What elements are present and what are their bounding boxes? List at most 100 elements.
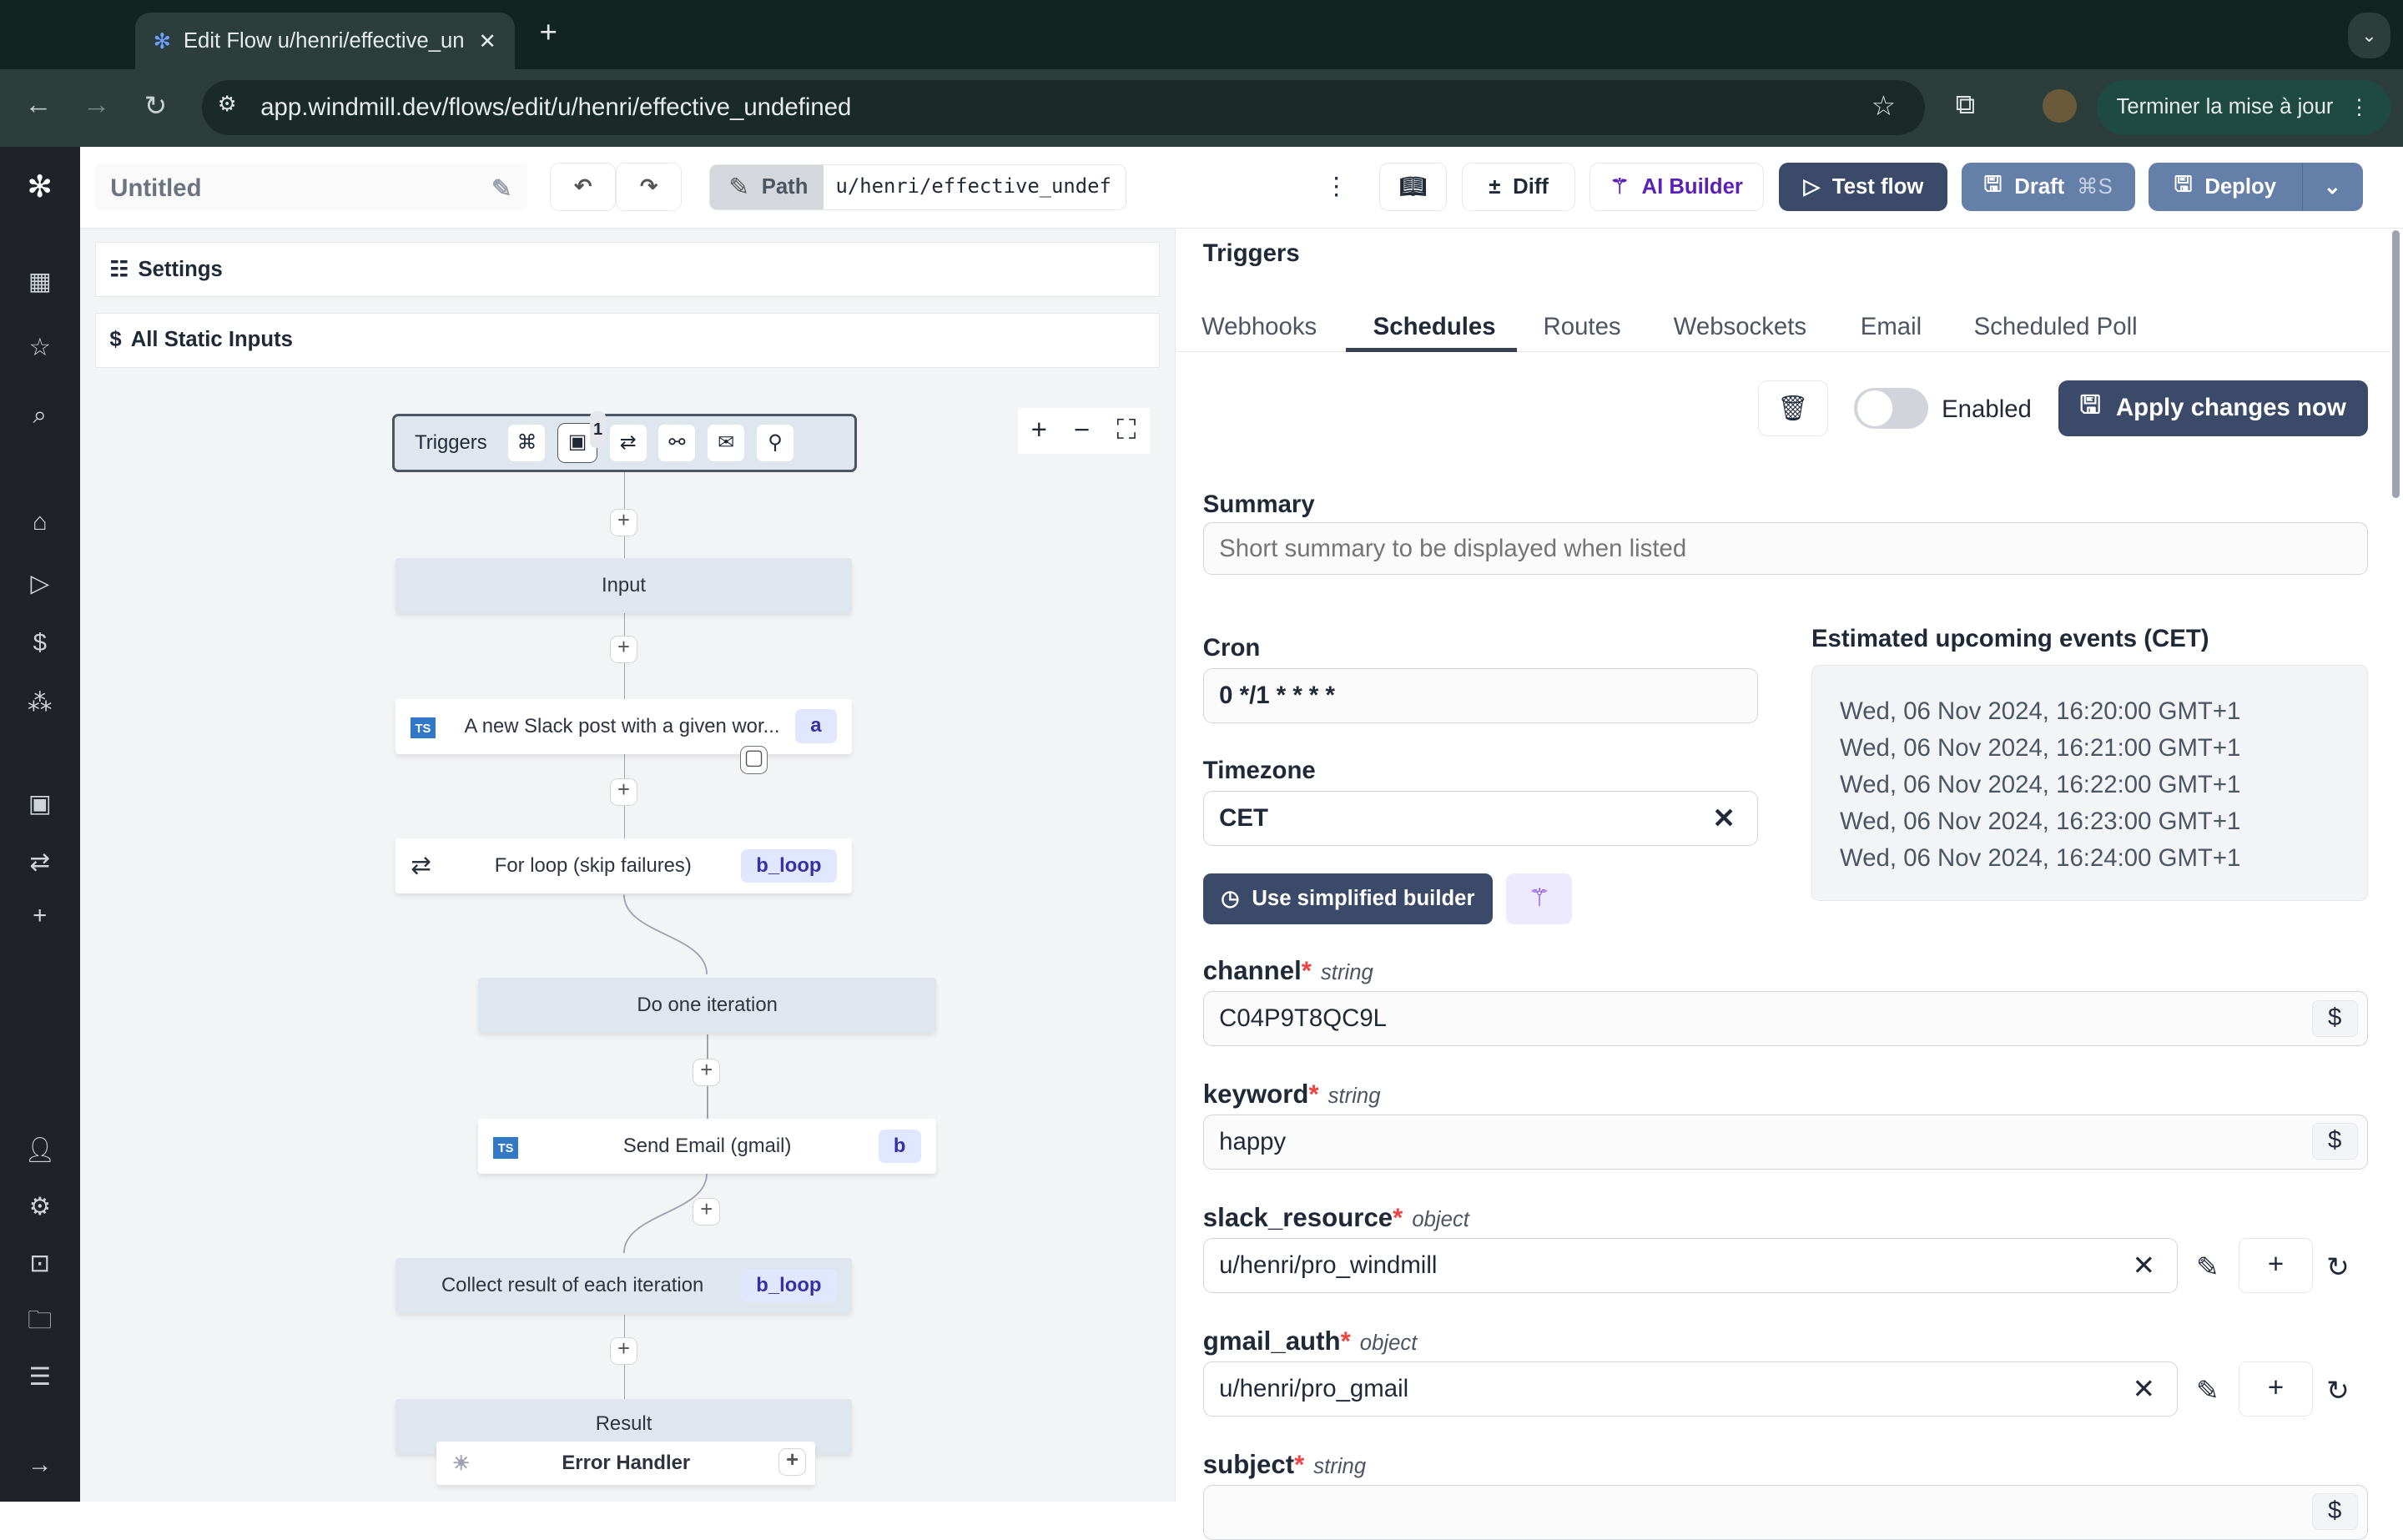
resources-icon[interactable]: ⁂ <box>22 685 58 722</box>
dollar-icon[interactable]: $ <box>2311 1123 2358 1160</box>
routes-icon[interactable]: ⇄ <box>22 844 58 881</box>
enabled-toggle[interactable] <box>1854 387 1928 430</box>
websocket-trigger-icon[interactable]: ⚯ <box>658 424 696 461</box>
add-icon[interactable]: + <box>22 898 58 934</box>
tab-webhooks[interactable]: Webhooks <box>1202 313 1317 341</box>
clear-x-icon[interactable]: ✕ <box>2133 1249 2156 1282</box>
profile-avatar[interactable] <box>2043 88 2077 123</box>
insert-step-plus-icon[interactable]: + <box>610 778 638 807</box>
undo-button[interactable]: ↶ <box>550 162 617 212</box>
workers-icon[interactable]: ⊡ <box>22 1246 58 1282</box>
delete-schedule-button[interactable]: 🗑︎ <box>1757 380 1829 437</box>
slack-step-node[interactable]: TS A new Slack post with a given wor... … <box>395 698 853 754</box>
reload-icon[interactable]: ↻ <box>144 89 168 123</box>
ai-cron-button[interactable]: ⚚ <box>1506 873 1573 924</box>
insert-step-plus-icon[interactable]: + <box>610 1337 638 1366</box>
dollar-icon[interactable]: $ <box>2311 999 2358 1037</box>
zoom-in-icon[interactable]: + <box>1031 415 1047 446</box>
schedules-calendar-icon[interactable]: ▣ <box>22 786 58 823</box>
more-options-icon[interactable]: ⋮ <box>1324 172 1348 201</box>
insert-step-plus-icon[interactable]: + <box>610 508 638 536</box>
search-icon[interactable]: ⌕ <box>22 397 58 434</box>
expand-sidebar-icon[interactable]: → <box>22 1447 58 1483</box>
workspace-icon[interactable]: ▦ <box>22 264 58 300</box>
static-inputs-row[interactable]: $ All Static Inputs <box>94 312 1161 368</box>
email-trigger-icon[interactable]: ✉ <box>708 424 745 461</box>
add-resource-plus-icon[interactable]: + <box>2239 1361 2313 1417</box>
docs-book-button[interactable]: 📖︎ <box>1379 162 1447 212</box>
collect-node[interactable]: Collect result of each iteration b_loop <box>395 1257 853 1314</box>
user-icon[interactable]: 👤︎ <box>22 1132 58 1169</box>
variables-dollar-icon[interactable]: $ <box>22 625 58 662</box>
settings-gear-icon[interactable]: ⚙ <box>22 1189 58 1225</box>
path-field[interactable]: ✎ Path u/henri/effective_undef <box>709 164 1126 210</box>
insert-step-plus-icon[interactable]: + <box>693 1059 721 1087</box>
clear-x-icon[interactable]: ✕ <box>2133 1372 2156 1406</box>
edit-pencil-icon[interactable]: ✎ <box>2196 1251 2219 1284</box>
refresh-icon[interactable]: ↻ <box>2326 1251 2350 1284</box>
dollar-icon[interactable]: $ <box>2311 1492 2358 1530</box>
arg-input-channel[interactable]: C04P9T8QC9L $ <box>1202 991 2368 1047</box>
logs-list-icon[interactable]: ☰ <box>22 1359 58 1396</box>
iteration-node[interactable]: Do one iteration <box>478 977 937 1033</box>
draft-button[interactable]: 🖫︎ Draft ⌘S <box>1961 162 2135 212</box>
arg-input-slack_resource[interactable]: u/henri/pro_windmill ✕ <box>1202 1238 2178 1294</box>
send-email-node[interactable]: TS Send Email (gmail) b <box>478 1118 937 1174</box>
route-trigger-icon[interactable]: ⇄ <box>609 424 647 461</box>
edit-pencil-icon[interactable]: ✎ <box>2196 1374 2219 1407</box>
back-icon[interactable]: ← <box>24 89 52 121</box>
tab-routes[interactable]: Routes <box>1544 313 1621 341</box>
tab-scheduled-poll[interactable]: Scheduled Poll <box>1974 313 2138 341</box>
tab-websockets[interactable]: Websockets <box>1674 313 1806 341</box>
redo-button[interactable]: ↷ <box>616 162 683 212</box>
diff-button[interactable]: ± Diff <box>1462 162 1576 212</box>
for-loop-node[interactable]: ⇄ For loop (skip failures) b_loop <box>395 838 853 893</box>
insert-step-plus-icon[interactable]: + <box>693 1198 721 1226</box>
new-tab-icon[interactable]: + <box>540 15 557 50</box>
flow-title-input[interactable]: Untitled ✎ <box>94 162 527 212</box>
arg-input-keyword[interactable]: happy $ <box>1202 1115 2368 1170</box>
schedule-trigger-icon[interactable]: ▣ 1 <box>557 411 606 463</box>
add-error-handler-icon[interactable]: + <box>778 1447 807 1476</box>
poll-trigger-icon[interactable]: ⚲ <box>756 424 793 461</box>
input-node[interactable]: Input <box>395 557 853 613</box>
fit-view-icon[interactable]: ⛶ <box>1116 415 1136 446</box>
zoom-out-icon[interactable]: − <box>1074 415 1090 446</box>
timezone-select[interactable]: CET ✕ <box>1202 790 1758 846</box>
forward-icon[interactable]: → <box>83 89 110 121</box>
arg-input-gmail_auth[interactable]: u/henri/pro_gmail ✕ <box>1202 1361 2178 1417</box>
extensions-icon[interactable]: ⧉ <box>1956 89 1976 121</box>
simplified-builder-button[interactable]: ◷ Use simplified builder <box>1202 873 1493 924</box>
cron-input[interactable]: 0 */1 * * * * <box>1202 667 1758 723</box>
close-tab-icon[interactable]: ✕ <box>479 29 497 54</box>
home-icon[interactable]: ⌂ <box>22 504 58 541</box>
ai-builder-button[interactable]: ⚚ AI Builder <box>1589 162 1765 212</box>
refresh-icon[interactable]: ↻ <box>2326 1374 2350 1407</box>
deploy-dropdown-button[interactable]: ⌄ <box>2301 162 2364 212</box>
collapse-icon[interactable]: ▢ <box>740 746 768 774</box>
webhook-trigger-icon[interactable]: ⌘ <box>508 424 546 461</box>
panel-scrollbar[interactable] <box>2392 229 2400 498</box>
runs-play-icon[interactable]: ▷ <box>22 566 58 602</box>
error-handler-node[interactable]: ☀ Error Handler + <box>436 1442 816 1485</box>
site-info-icon[interactable]: ⚙ <box>218 92 237 117</box>
folder-icon[interactable]: 🗀 <box>22 1302 58 1339</box>
summary-input[interactable] <box>1202 522 2368 575</box>
tab-search-icon[interactable]: ⌄ <box>2347 12 2391 58</box>
tab-schedules[interactable]: Schedules <box>1373 313 1496 341</box>
triggers-node[interactable]: Triggers ⌘ ▣ 1 ⇄ ⚯ ✉ ⚲ <box>392 411 857 472</box>
settings-row[interactable]: ☷ Settings <box>94 242 1161 298</box>
deploy-button[interactable]: 🖫︎ Deploy <box>2149 162 2302 212</box>
apply-changes-button[interactable]: 🖫︎ Apply changes now <box>2058 380 2368 437</box>
tab-email[interactable]: Email <box>1861 313 1922 341</box>
address-bar[interactable]: app.windmill.dev/flows/edit/u/henri/effe… <box>202 79 1925 135</box>
update-browser-button[interactable]: Terminer la mise à jour ⋮ <box>2096 79 2391 135</box>
bookmark-star-icon[interactable]: ☆ <box>1872 89 1897 123</box>
arg-input-subject[interactable]: $ <box>1202 1484 2368 1540</box>
insert-step-plus-icon[interactable]: + <box>610 636 638 664</box>
add-resource-plus-icon[interactable]: + <box>2239 1238 2313 1294</box>
favorites-star-icon[interactable]: ☆ <box>22 330 58 366</box>
windmill-logo-icon[interactable]: ✻ <box>22 169 58 205</box>
test-flow-button[interactable]: ▷ Test flow <box>1779 162 1948 212</box>
clear-x-icon[interactable]: ✕ <box>1712 802 1736 835</box>
